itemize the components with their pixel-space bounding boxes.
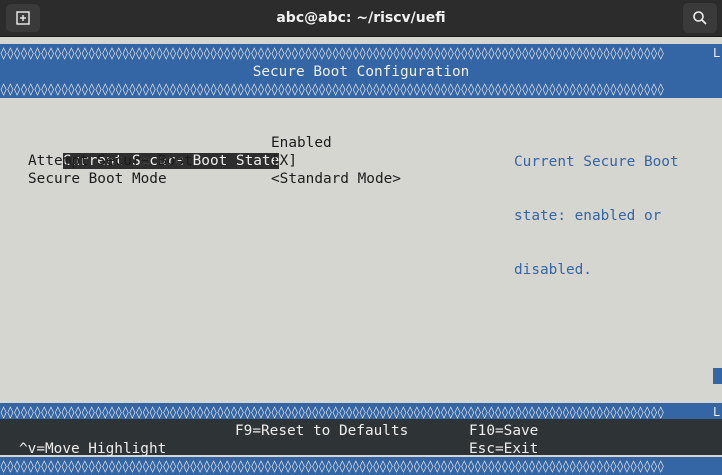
help-line: Current Secure Boot — [514, 154, 679, 170]
search-button[interactable] — [683, 3, 717, 33]
page-title: Secure Boot Configuration — [252, 64, 470, 80]
key-hint-move: ^v=Move Highlight — [19, 441, 167, 457]
header-bottom-border: ◊◊◊◊◊◊◊◊◊◊◊◊◊◊◊◊◊◊◊◊◊◊◊◊◊◊◊◊◊◊◊◊◊◊◊◊◊◊◊◊… — [0, 80, 722, 98]
setting-checkbox-attempt-secure-boot[interactable]: [X] — [271, 152, 297, 170]
setting-select-secure-boot-mode[interactable]: <Standard Mode> — [271, 170, 401, 188]
key-hint-esc: Esc=Exit — [469, 441, 539, 457]
title-bar: abc@abc: ~/riscv/uefi — [0, 0, 722, 37]
bottom-border: ◊◊◊◊◊◊◊◊◊◊◊◊◊◊◊◊◊◊◊◊◊◊◊◊◊◊◊◊◊◊◊◊◊◊◊◊◊◊◊◊… — [0, 457, 722, 475]
setting-label-secure-boot-mode[interactable]: Secure Boot Mode — [28, 170, 167, 188]
top-border: ◊◊◊◊◊◊◊◊◊◊◊◊◊◊◊◊◊◊◊◊◊◊◊◊◊◊◊◊◊◊◊◊◊◊◊◊◊◊◊◊… — [0, 44, 722, 62]
key-hint-f9: F9=Reset to Defaults — [235, 423, 409, 439]
scroll-indicator[interactable] — [713, 368, 722, 384]
search-icon — [693, 11, 707, 25]
terminal[interactable]: ◊◊◊◊◊◊◊◊◊◊◊◊◊◊◊◊◊◊◊◊◊◊◊◊◊◊◊◊◊◊◊◊◊◊◊◊◊◊◊◊… — [0, 37, 722, 475]
key-hint-f10: F10=Save — [469, 423, 539, 439]
help-line: state: enabled or — [514, 208, 662, 224]
setting-value-secure-boot-state: Enabled — [271, 135, 332, 151]
setting-label-attempt-secure-boot[interactable]: Attempt Secure Boot — [28, 152, 193, 170]
help-line: disabled. — [514, 262, 592, 278]
window-title: abc@abc: ~/riscv/uefi — [276, 10, 446, 26]
help-panel: Current Secure Boot state: enabled or di… — [514, 117, 679, 315]
border-edge-mark: L — [713, 46, 721, 60]
